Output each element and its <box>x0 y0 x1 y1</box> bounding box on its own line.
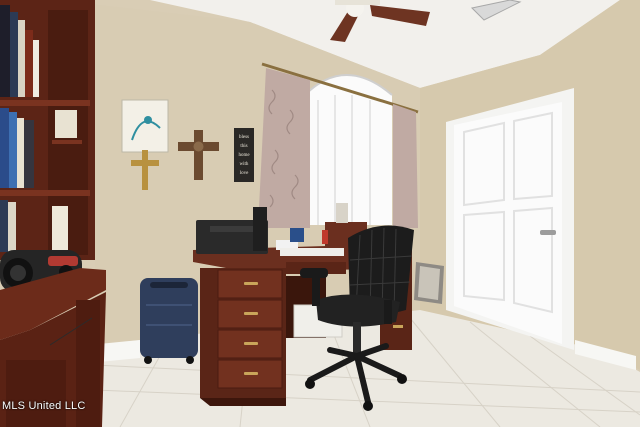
rolling-suitcase <box>140 278 198 364</box>
door-handle <box>540 230 556 235</box>
curtain-right <box>393 104 418 228</box>
office-illustration: bless this home with love <box>0 0 640 427</box>
sign-line: love <box>240 171 249 176</box>
office-photo: bless this home with love MLS United LLC <box>0 0 640 427</box>
sign-line: home <box>238 153 250 158</box>
peacock-art <box>121 99 169 153</box>
arched-window <box>304 74 393 225</box>
watermark: MLS United LLC <box>2 400 86 412</box>
sign-line: this <box>240 144 247 149</box>
sign-line: bless <box>239 135 249 140</box>
word-sign: bless this home with love <box>234 128 254 182</box>
curtain-left <box>258 68 310 228</box>
bookcase <box>0 0 95 260</box>
sign-line: with <box>240 162 249 167</box>
floor-frame <box>414 262 444 304</box>
white-door <box>446 88 574 350</box>
